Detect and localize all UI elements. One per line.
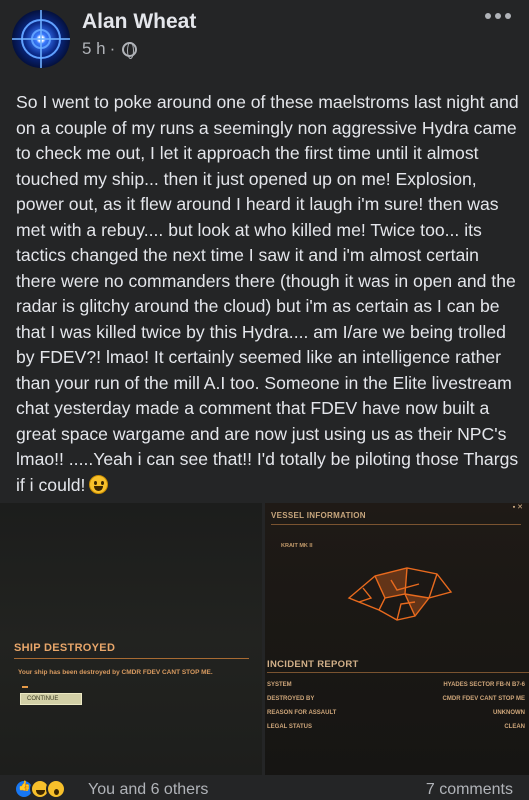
more-options-button[interactable] xyxy=(485,13,511,19)
cursor-marker xyxy=(22,686,28,688)
incident-row: REASON FOR ASSAULT UNKNOWN xyxy=(267,710,525,716)
post-footer: You and 6 others 7 comments xyxy=(0,775,529,800)
dot-icon xyxy=(485,13,491,19)
dot-icon xyxy=(495,13,501,19)
ship-destroyed-screenshot[interactable]: SHIP DESTROYED Your ship has been destro… xyxy=(0,503,262,775)
destroyed-message: Your ship has been destroyed by CMDR FDE… xyxy=(18,669,213,676)
avatar[interactable] xyxy=(12,10,70,68)
incident-value: CLEAN xyxy=(504,724,525,730)
post-text: So I went to poke around one of these ma… xyxy=(16,92,519,495)
friends-icon xyxy=(122,41,138,59)
post-time[interactable]: 5 h xyxy=(82,39,106,59)
incident-label: REASON FOR ASSAULT xyxy=(267,710,337,716)
krait-ship-icon xyxy=(347,567,453,621)
grinning-face-icon xyxy=(89,474,109,494)
title-underline xyxy=(14,658,249,659)
ship-destroyed-title: SHIP DESTROYED xyxy=(14,642,116,654)
vessel-info-title: VESSEL INFORMATION xyxy=(271,511,366,520)
incident-value: UNKNOWN xyxy=(493,710,525,716)
avatar-crosshair-v xyxy=(40,10,42,68)
meta-separator: · xyxy=(109,39,116,58)
incident-row: SYSTEM HYADES SECTOR FB-N B7-6 xyxy=(267,682,525,688)
author-name[interactable]: Alan Wheat xyxy=(82,10,196,34)
corner-marks-icon: ▪ ✕ xyxy=(512,504,523,511)
incident-label: LEGAL STATUS xyxy=(267,724,312,730)
incident-report-underline xyxy=(267,672,529,673)
vessel-info-underline xyxy=(271,524,521,525)
vessel-information-screenshot[interactable]: ▪ ✕ VESSEL INFORMATION KRAIT MK II INCID… xyxy=(265,503,529,775)
reaction-count[interactable]: You and 6 others xyxy=(88,781,208,799)
incident-report-title: INCIDENT REPORT xyxy=(267,659,359,670)
incident-label: DESTROYED BY xyxy=(267,696,315,702)
dot-icon xyxy=(505,13,511,19)
incident-value: HYADES SECTOR FB-N B7-6 xyxy=(443,682,525,688)
continue-button: CONTINUE xyxy=(20,693,82,705)
comments-count[interactable]: 7 comments xyxy=(426,781,513,799)
reaction-icons[interactable] xyxy=(14,779,66,799)
post-body: So I went to poke around one of these ma… xyxy=(16,90,521,498)
ship-name: KRAIT MK II xyxy=(281,543,313,549)
incident-row: DESTROYED BY CMDR FDEV CANT STOP ME xyxy=(267,696,525,702)
incident-label: SYSTEM xyxy=(267,682,292,688)
post-header: Alan Wheat 5 h · xyxy=(0,0,529,75)
wow-icon xyxy=(46,779,66,799)
post-images[interactable]: SHIP DESTROYED Your ship has been destro… xyxy=(0,503,529,775)
incident-row: LEGAL STATUS CLEAN xyxy=(267,724,525,730)
incident-value: CMDR FDEV CANT STOP ME xyxy=(442,696,525,702)
post-meta: 5 h · xyxy=(82,39,138,59)
